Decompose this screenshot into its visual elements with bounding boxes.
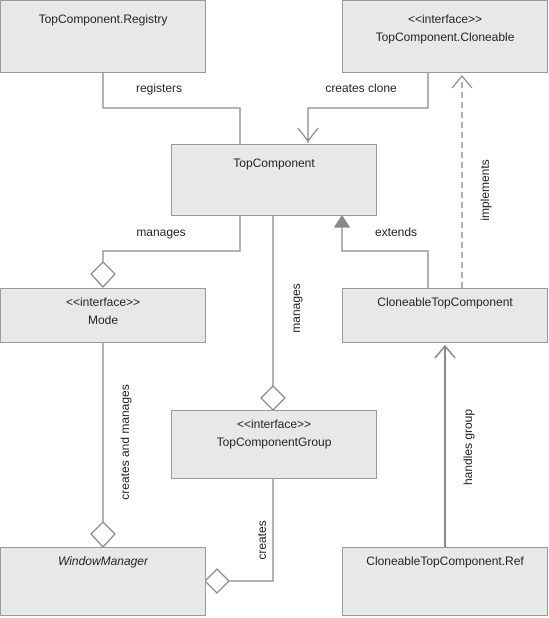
class-name: Mode (87, 313, 119, 327)
stereotype: <<interface>> (236, 417, 312, 431)
interface-topcomponent-group: <<interface>> TopComponentGroup (171, 410, 377, 479)
label-creates-and-manages: creates and manages (118, 384, 132, 500)
class-name: TopComponent.Registry (38, 12, 168, 26)
label-creates: creates (255, 520, 269, 560)
extends-triangle (333, 214, 351, 228)
creates-and-manages-diamond (90, 521, 116, 548)
label-handles-group: handles group (461, 408, 475, 486)
class-name: WindowManager (58, 554, 148, 568)
manages-mode-diamond (90, 261, 116, 288)
class-name: TopComponent (233, 156, 315, 170)
label-registers: registers (135, 81, 183, 95)
uml-class-diagram: TopComponent.Registry <<interface>> TopC… (0, 0, 549, 618)
class-cloneable-topcomponent-ref: CloneableTopComponent.Ref (342, 547, 548, 616)
label-creates-clone: creates clone (325, 81, 397, 95)
label-extends: extends (374, 225, 418, 239)
class-name: CloneableTopComponent (377, 295, 513, 309)
label-implements: implements (478, 159, 492, 221)
class-topcomponent: TopComponent (171, 144, 377, 216)
stereotype: <<interface>> (407, 12, 483, 26)
interface-topcomponent-cloneable: <<interface>> TopComponent.Cloneable (342, 0, 548, 73)
label-manages-group: manages (289, 283, 303, 333)
class-name: CloneableTopComponent.Ref (366, 554, 524, 568)
class-cloneable-topcomponent: CloneableTopComponent (342, 288, 548, 343)
interface-mode: <<interface>> Mode (0, 288, 206, 343)
creates-diamond (204, 568, 230, 594)
label-manages-mode: manages (136, 225, 186, 239)
class-topcomponent-registry: TopComponent.Registry (0, 0, 206, 73)
class-window-manager: WindowManager (0, 547, 206, 616)
class-name: TopComponentGroup (216, 435, 332, 449)
stereotype: <<interface>> (65, 295, 141, 309)
class-name: TopComponent.Cloneable (375, 30, 515, 44)
manages-group-diamond (260, 385, 286, 411)
